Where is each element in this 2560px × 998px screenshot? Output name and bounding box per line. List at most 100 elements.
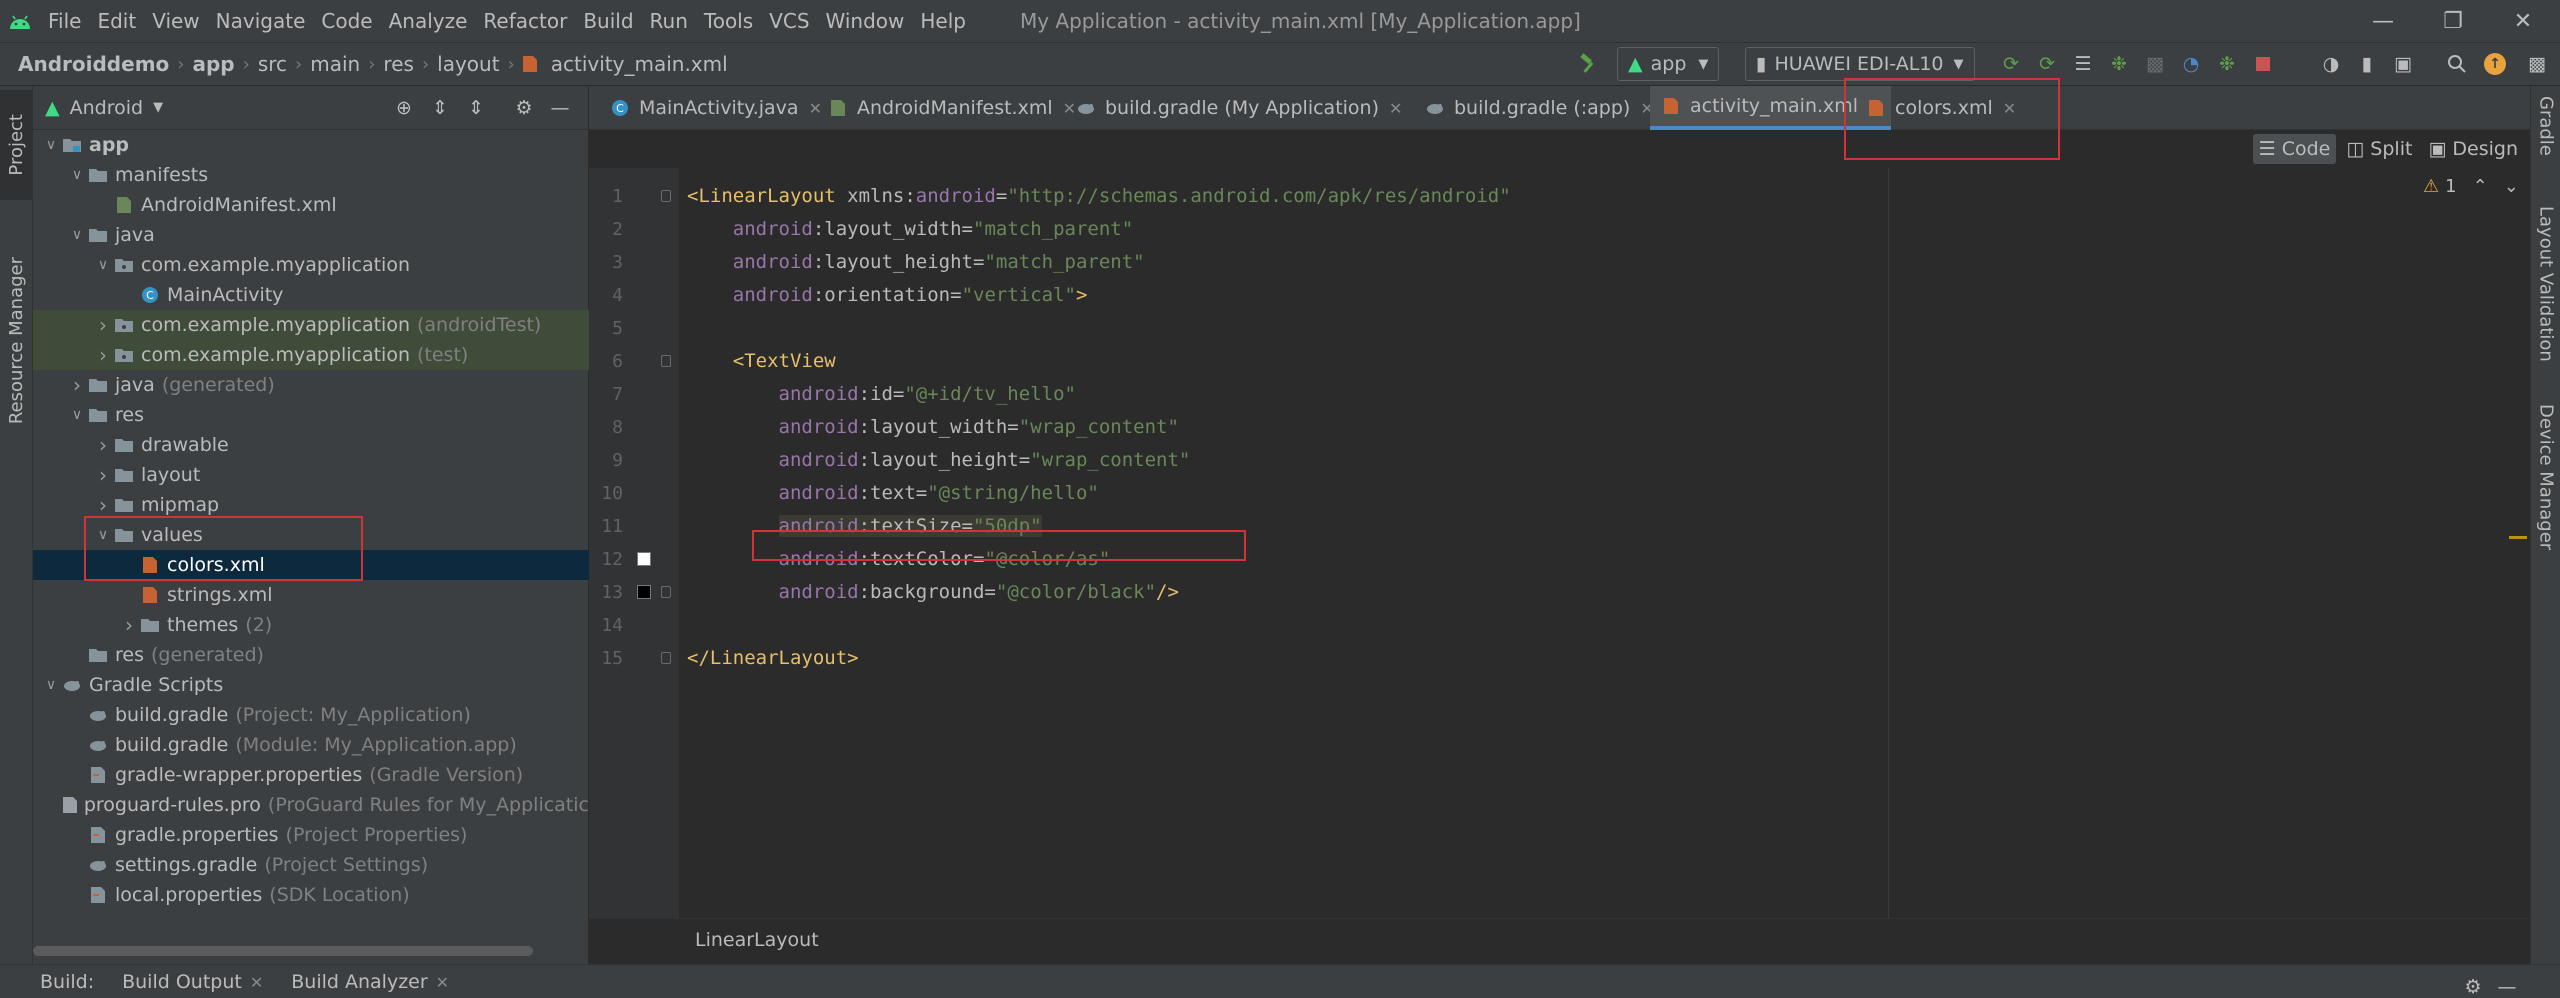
tree-item[interactable]: strings.xml	[33, 580, 589, 610]
gear-icon[interactable]: ⚙	[2456, 970, 2490, 998]
sdk-manager-icon[interactable]: ▣	[2386, 47, 2420, 81]
fold-marker-icon[interactable]	[661, 586, 671, 598]
project-tool-tab[interactable]: Project	[0, 90, 33, 200]
menu-view[interactable]: View	[144, 9, 207, 33]
tree-item[interactable]: AndroidManifest.xml	[33, 190, 589, 220]
chevron-right-icon[interactable]: ›	[119, 613, 139, 637]
stop-icon[interactable]	[2246, 47, 2280, 81]
debug-bug-icon[interactable]: ❉	[2102, 47, 2136, 81]
build-analyzer-tab[interactable]: Build Analyzer ✕	[291, 971, 449, 993]
locate-crosshair-icon[interactable]: ⊕	[387, 91, 421, 125]
tree-item[interactable]: ∨ app	[33, 130, 589, 160]
color-swatch-icon[interactable]	[637, 585, 651, 599]
tree-item[interactable]: › themes (2)	[33, 610, 589, 640]
error-stripe-marker[interactable]	[2509, 536, 2527, 539]
chevron-down-icon[interactable]: ∨	[93, 257, 113, 273]
attach-debugger-icon[interactable]: ▩	[2138, 47, 2172, 81]
list-icon[interactable]: ☰	[2066, 47, 2100, 81]
tree-item[interactable]: proguard-rules.pro (ProGuard Rules for My…	[33, 790, 589, 820]
tree-item[interactable]: build.gradle (Module: My_Application.app)	[33, 730, 589, 760]
search-icon[interactable]	[2440, 47, 2474, 81]
chevron-down-icon[interactable]: ∨	[41, 137, 61, 153]
close-window-icon[interactable]: ✕	[2490, 0, 2556, 42]
tree-item[interactable]: ∨ res	[33, 400, 589, 430]
menu-vcs[interactable]: VCS	[761, 9, 817, 33]
editor-tab[interactable]: build.gradle (My Application) ✕	[1065, 86, 1412, 130]
hammer-build-icon[interactable]	[1572, 47, 1606, 81]
chevron-up-icon[interactable]: ⌃	[2473, 176, 2488, 197]
tree-item[interactable]: ∨ com.example.myapplication	[33, 250, 589, 280]
build-output-tab[interactable]: Build Output ✕	[122, 971, 263, 993]
chevron-down-icon[interactable]: ∨	[41, 677, 61, 693]
tree-item[interactable]: › layout	[33, 460, 589, 490]
assistant-icon[interactable]: ▩	[2520, 47, 2554, 81]
chevron-right-icon[interactable]: ›	[93, 463, 113, 487]
menu-file[interactable]: File	[40, 9, 89, 33]
split-mode-button[interactable]: ◫ Split	[2340, 134, 2418, 164]
tree-item[interactable]: ∨ manifests	[33, 160, 589, 190]
minimize-icon[interactable]: —	[2350, 0, 2416, 42]
attach-process-icon[interactable]: ❉	[2210, 47, 2244, 81]
chevron-down-icon[interactable]: ▼	[153, 100, 163, 115]
xml-breadcrumb[interactable]: LinearLayout	[695, 929, 819, 951]
profiler-gauge-icon[interactable]: ◔	[2174, 47, 2208, 81]
device-select[interactable]: ▮ HUAWEI EDI-AL10 ▼	[1745, 47, 1975, 81]
project-view-select[interactable]: Android	[70, 97, 143, 119]
chevron-down-icon[interactable]: ∨	[67, 227, 87, 243]
menu-refactor[interactable]: Refactor	[475, 9, 575, 33]
menu-build[interactable]: Build	[575, 9, 641, 33]
chevron-right-icon[interactable]: ›	[93, 343, 113, 367]
collapse-all-icon[interactable]: ⇕	[459, 91, 493, 125]
device-manager-tool-tab[interactable]: Device Manager	[2531, 404, 2560, 644]
hide-panel-icon[interactable]: —	[543, 91, 577, 125]
inspection-widget[interactable]: ⚠ 1 ⌃ ⌄	[2423, 176, 2519, 197]
chevron-down-icon[interactable]: ∨	[67, 167, 87, 183]
tree-item[interactable]: › drawable	[33, 430, 589, 460]
tree-item[interactable]: C MainActivity	[33, 280, 589, 310]
tree-item[interactable]: gradle.properties (Project Properties)	[33, 820, 589, 850]
breadcrumb-item[interactable]: activity_main.xml	[547, 52, 732, 76]
chevron-right-icon[interactable]: ›	[93, 433, 113, 457]
gradle-tool-tab[interactable]: Gradle	[2531, 96, 2560, 196]
chevron-down-icon[interactable]: ∨	[67, 407, 87, 423]
tree-item[interactable]: local.properties (SDK Location)	[33, 880, 589, 910]
apply-code-changes-icon[interactable]: ⟳	[2030, 47, 2064, 81]
apply-changes-restart-icon[interactable]: ⟳	[1994, 47, 2028, 81]
editor-tab[interactable]: C MainActivity.java ✕	[599, 86, 832, 130]
breadcrumb-item[interactable]: layout	[433, 52, 503, 76]
breadcrumb-item[interactable]: main	[306, 52, 364, 76]
fold-marker-icon[interactable]	[661, 652, 671, 664]
fold-marker-icon[interactable]	[661, 190, 671, 202]
fold-marker-icon[interactable]	[661, 355, 671, 367]
menu-run[interactable]: Run	[642, 9, 696, 33]
tree-item[interactable]: › com.example.myapplication (androidTest)	[33, 310, 589, 340]
close-icon[interactable]: ✕	[1389, 99, 1402, 118]
run-configuration-select[interactable]: ▲ app ▼	[1617, 47, 1720, 81]
horizontal-scrollbar[interactable]	[33, 946, 533, 956]
expand-all-icon[interactable]: ⇕	[423, 91, 457, 125]
chevron-right-icon[interactable]: ›	[67, 373, 87, 397]
gear-icon[interactable]: ⚙	[507, 91, 541, 125]
menu-help[interactable]: Help	[912, 9, 974, 33]
tree-item[interactable]: › com.example.myapplication (test)	[33, 340, 589, 370]
breadcrumb-item[interactable]: Androiddemo	[14, 52, 173, 76]
update-icon[interactable]: ↑	[2478, 47, 2512, 81]
close-icon[interactable]: ✕	[250, 973, 263, 992]
chevron-down-icon[interactable]: ⌄	[2504, 176, 2519, 197]
chevron-right-icon[interactable]: ›	[93, 313, 113, 337]
menu-code[interactable]: Code	[313, 9, 380, 33]
editor-tab[interactable]: AndroidManifest.xml ✕	[817, 86, 1086, 130]
gradle-sync-icon[interactable]: ◑	[2314, 47, 2348, 81]
tree-item[interactable]: ∨ java	[33, 220, 589, 250]
menu-tools[interactable]: Tools	[696, 9, 761, 33]
breadcrumb-item[interactable]: app	[188, 52, 238, 76]
design-mode-button[interactable]: ▣ Design	[2422, 134, 2524, 164]
menu-analyze[interactable]: Analyze	[381, 9, 476, 33]
editor-tab[interactable]: build.gradle (:app) ✕	[1414, 86, 1664, 130]
color-swatch-icon[interactable]	[637, 552, 651, 566]
menu-navigate[interactable]: Navigate	[208, 9, 314, 33]
tree-item[interactable]: › java (generated)	[33, 370, 589, 400]
close-icon[interactable]: ✕	[436, 973, 449, 992]
tree-item[interactable]: ∨ Gradle Scripts	[33, 670, 589, 700]
breadcrumb-item[interactable]: res	[379, 52, 418, 76]
